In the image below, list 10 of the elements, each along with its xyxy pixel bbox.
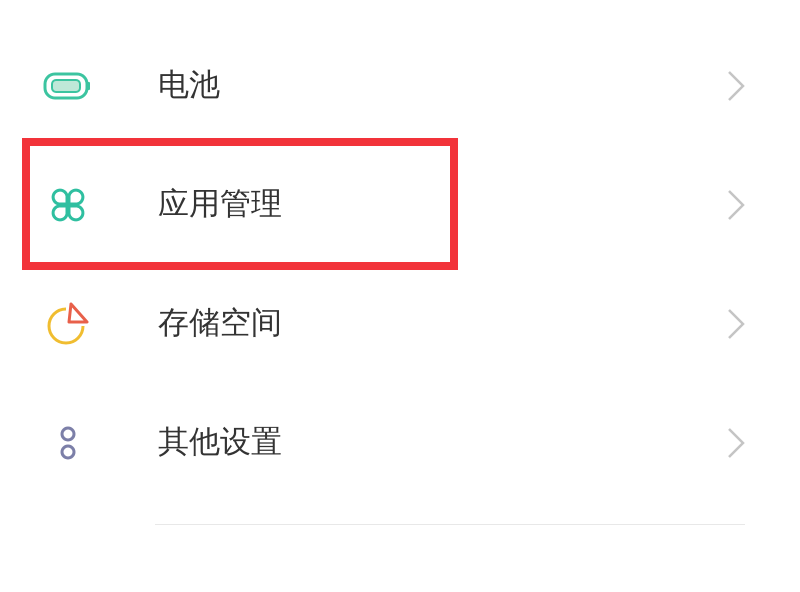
- item-label: 其他设置: [158, 423, 282, 462]
- dots-icon: [59, 424, 77, 460]
- chevron-icon: [726, 188, 746, 222]
- battery-icon: [43, 70, 93, 100]
- item-label: 电池: [158, 66, 220, 106]
- item-label: 存储空间: [158, 304, 282, 344]
- chevron-icon: [726, 426, 746, 460]
- item-label: 应用管理: [158, 185, 282, 224]
- chevron-icon: [726, 68, 746, 102]
- chevron-icon: [726, 306, 746, 340]
